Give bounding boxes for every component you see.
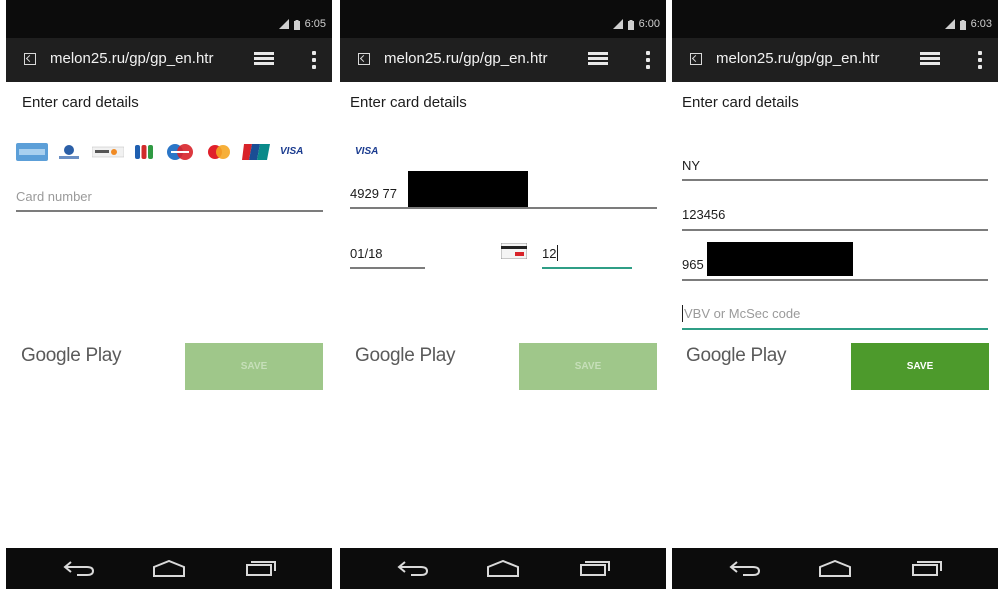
browser-url-bar[interactable]: melon25.ru/gp/gp_en.htr [340, 38, 666, 82]
jcb-icon [135, 145, 153, 159]
back-icon[interactable] [63, 560, 95, 576]
cvc-value: 12 [542, 246, 557, 261]
vbv-placeholder: VBV or McSec code [684, 306, 801, 321]
save-button[interactable]: SAVE [519, 343, 657, 390]
google-play-logo: Google Play [686, 345, 787, 366]
signal-icon [612, 19, 623, 29]
home-icon[interactable] [152, 560, 186, 578]
battery-icon [627, 19, 635, 30]
signal-icon [278, 19, 289, 29]
page-heading: Enter card details [682, 94, 799, 111]
card-number-placeholder: Card number [16, 189, 92, 204]
redaction-box [707, 242, 853, 276]
home-icon[interactable] [818, 560, 852, 578]
status-bar: 6:03 [672, 0, 998, 38]
url-text[interactable]: melon25.ru/gp/gp_en.htr [384, 50, 547, 67]
phone-screen-billing-details: 6:03 melon25.ru/gp/gp_en.htr Enter card … [672, 0, 998, 589]
redaction-box [408, 171, 528, 207]
text-cursor [682, 305, 683, 322]
browser-url-bar[interactable]: melon25.ru/gp/gp_en.htr [6, 38, 332, 82]
status-bar: 6:00 [340, 0, 666, 38]
back-tab-icon[interactable] [24, 53, 36, 65]
mastercard-icon [208, 145, 230, 159]
battery-icon [293, 19, 301, 30]
phone-screen-card-number: 6:05 melon25.ru/gp/gp_en.htr Enter card … [6, 0, 332, 589]
recent-apps-icon[interactable] [579, 560, 611, 576]
recent-apps-icon[interactable] [245, 560, 277, 576]
tabs-icon[interactable] [920, 52, 940, 68]
tabs-icon[interactable] [588, 52, 608, 68]
back-tab-icon[interactable] [358, 53, 370, 65]
battery-icon [959, 19, 967, 30]
url-text[interactable]: melon25.ru/gp/gp_en.htr [716, 50, 879, 67]
overflow-menu-icon[interactable] [646, 51, 650, 69]
diners-club-icon [59, 145, 79, 159]
signal-icon [944, 19, 955, 29]
back-tab-icon[interactable] [690, 53, 702, 65]
status-time: 6:03 [970, 18, 992, 30]
navigation-bar [340, 548, 666, 589]
text-cursor [557, 245, 558, 261]
back-icon[interactable] [397, 560, 429, 576]
cvc-card-icon [501, 243, 527, 259]
navigation-bar [6, 548, 332, 589]
navigation-bar [672, 548, 998, 589]
overflow-menu-icon[interactable] [978, 51, 982, 69]
page-heading: Enter card details [22, 94, 139, 111]
page-heading: Enter card details [350, 94, 467, 111]
expiry-value: 01/18 [350, 246, 383, 261]
save-button[interactable]: SAVE [185, 343, 323, 390]
visa-icon: VISA [280, 146, 304, 157]
status-bar: 6:05 [6, 0, 332, 38]
tabs-icon[interactable] [254, 52, 274, 68]
google-play-logo: Google Play [21, 345, 122, 366]
google-play-logo: Google Play [355, 345, 456, 366]
home-icon[interactable] [486, 560, 520, 578]
recent-apps-icon[interactable] [911, 560, 943, 576]
zip-value: 123456 [682, 207, 726, 222]
status-time: 6:00 [638, 18, 660, 30]
overflow-menu-icon[interactable] [312, 51, 316, 69]
browser-url-bar[interactable]: melon25.ru/gp/gp_en.htr [672, 38, 998, 82]
phone-value: 965 [682, 257, 704, 272]
unionpay-icon [242, 144, 270, 160]
discover-icon [92, 146, 124, 158]
url-text[interactable]: melon25.ru/gp/gp_en.htr [50, 50, 213, 67]
card-number-value: 4929 77 [350, 186, 397, 201]
city-value: NY [682, 158, 701, 173]
phone-screen-card-expiry: 6:00 melon25.ru/gp/gp_en.htr Enter card … [340, 0, 666, 589]
visa-icon: VISA [355, 146, 379, 157]
back-icon[interactable] [729, 560, 761, 576]
status-time: 6:05 [304, 18, 326, 30]
save-button[interactable]: SAVE [851, 343, 989, 390]
amex-icon [16, 143, 48, 161]
maestro-icon [167, 144, 193, 160]
